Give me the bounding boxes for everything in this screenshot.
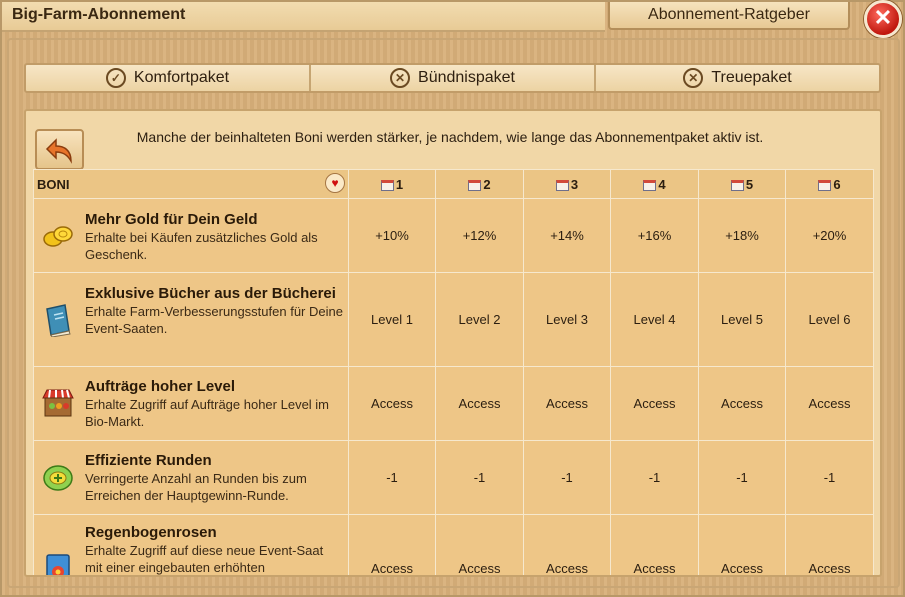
- bonus-value: -1: [435, 440, 524, 515]
- bonus-value: Access: [348, 514, 436, 575]
- heart-icon[interactable]: ♥: [325, 173, 345, 193]
- back-arrow-icon: [45, 137, 72, 164]
- bonus-value: Access: [435, 514, 524, 575]
- calendar-icon: [643, 179, 657, 191]
- bonus-description: Erhalte Farm-Verbesserungsstufen für Dei…: [85, 304, 343, 336]
- bonus-value: Access: [698, 366, 786, 441]
- table-row: Exklusive Bücher aus der Bücherei Erhalt…: [33, 272, 874, 367]
- bonus-value: Access: [785, 366, 874, 441]
- gold-coins-icon: [40, 218, 76, 254]
- bonus-description: Erhalte Zugriff auf Aufträge hoher Level…: [85, 397, 330, 429]
- bonus-description: Erhalte bei Käufen zusätzliches Gold als…: [85, 230, 318, 262]
- bonus-value: Access: [698, 514, 786, 575]
- bonus-cell: Mehr Gold für Dein Geld Erhalte bei Käuf…: [33, 198, 349, 273]
- bonus-value: -1: [785, 440, 874, 515]
- subscription-window: Big-Farm-Abonnement Abonnement-Ratgeber …: [0, 0, 905, 597]
- bonus-value: +18%: [698, 198, 786, 273]
- boni-column-header: BONI ♥: [33, 169, 349, 199]
- window-title: Big-Farm-Abonnement: [12, 6, 186, 23]
- tab-buendnispaket[interactable]: ✕ Bündnispaket: [309, 65, 594, 91]
- bonus-title: Effiziente Runden: [85, 452, 212, 469]
- bonus-value: -1: [523, 440, 611, 515]
- bonus-value: +14%: [523, 198, 611, 273]
- tab-label: Treuepaket: [711, 69, 792, 86]
- period-header: 5: [698, 169, 786, 199]
- subscription-advisor-button[interactable]: Abonnement-Ratgeber: [608, 2, 850, 30]
- calendar-icon: [380, 179, 394, 191]
- close-button[interactable]: ✕: [864, 0, 902, 38]
- calendar-icon: [555, 179, 569, 191]
- table-header-row: BONI ♥ 1 2 3 4 5 6: [33, 169, 874, 199]
- table-row: Regenbogenrosen Erhalte Zugriff auf dies…: [33, 514, 874, 575]
- bonus-cell: Regenbogenrosen Erhalte Zugriff auf dies…: [33, 514, 349, 575]
- bonus-description: Erhalte Zugriff auf diese neue Event-Saa…: [85, 543, 324, 575]
- period-number: 1: [395, 176, 404, 192]
- calendar-icon: [468, 179, 482, 191]
- table-row: Mehr Gold für Dein Geld Erhalte bei Käuf…: [33, 198, 874, 273]
- bonus-title: Exklusive Bücher aus der Bücherei: [85, 285, 336, 302]
- package-tabs: ✓ Komfortpaket ✕ Bündnispaket ✕ Treuepak…: [24, 63, 881, 93]
- calendar-icon: [818, 179, 832, 191]
- period-number: 2: [483, 176, 491, 192]
- x-circle-icon: ✕: [683, 68, 704, 88]
- period-header: 6: [785, 169, 874, 199]
- back-button[interactable]: [35, 129, 84, 170]
- bonus-value: Access: [610, 366, 699, 441]
- table-row: Aufträge hoher Level Erhalte Zugriff auf…: [33, 366, 874, 441]
- check-circle-icon: ✓: [105, 68, 126, 88]
- period-number: 6: [833, 176, 841, 192]
- bonus-value: Level 3: [523, 272, 611, 367]
- bonus-title: Mehr Gold für Dein Geld: [85, 211, 258, 228]
- title-bar: Big-Farm-Abonnement: [2, 2, 605, 32]
- close-icon: ✕: [873, 5, 893, 30]
- market-stall-icon: [40, 386, 76, 422]
- bonus-cell: Exklusive Bücher aus der Bücherei Erhalt…: [33, 272, 349, 367]
- boni-label: BONI: [37, 176, 70, 192]
- tab-label: Komfortpaket: [133, 69, 230, 86]
- tab-treuepaket[interactable]: ✕ Treuepaket: [594, 65, 879, 91]
- bonus-value: -1: [348, 440, 436, 515]
- tab-komfortpaket[interactable]: ✓ Komfortpaket: [26, 65, 309, 91]
- bonus-value: Level 1: [348, 272, 436, 367]
- bonus-value: +10%: [348, 198, 436, 273]
- bonus-value: +16%: [610, 198, 699, 273]
- bonus-value: Level 6: [785, 272, 874, 367]
- period-number: 5: [745, 176, 754, 192]
- period-header: 1: [348, 169, 436, 199]
- bonus-value: Access: [348, 366, 436, 441]
- bonus-table: BONI ♥ 1 2 3 4 5 6 Mehr Gold für Dein Ge…: [33, 169, 874, 575]
- bonus-value: Access: [523, 366, 611, 441]
- period-number: 4: [658, 176, 666, 192]
- bonus-cell: Effiziente Runden Verringerte Anzahl an …: [33, 440, 349, 515]
- period-header: 4: [610, 169, 699, 199]
- period-number: 3: [570, 176, 579, 192]
- bonus-title: Aufträge hoher Level: [85, 378, 236, 395]
- bonus-description: Verringerte Anzahl an Runden bis zum Err…: [85, 471, 307, 503]
- bonus-title: Regenbogenrosen: [85, 524, 217, 541]
- x-circle-icon: ✕: [390, 68, 411, 88]
- bonus-value: +20%: [785, 198, 874, 273]
- period-header: 2: [435, 169, 524, 199]
- seed-packet-icon: [40, 551, 76, 575]
- bonus-value: Access: [785, 514, 874, 575]
- book-icon: [40, 302, 76, 338]
- bonus-value: -1: [610, 440, 699, 515]
- tab-label: Bündnispaket: [418, 69, 515, 86]
- bonus-value: -1: [698, 440, 786, 515]
- bonus-value: Level 4: [610, 272, 699, 367]
- green-badge-icon: [40, 460, 76, 496]
- bonus-panel: Manche der beinhalteten Boni werden stär…: [24, 109, 882, 577]
- bonus-value: +12%: [435, 198, 524, 273]
- calendar-icon: [730, 179, 744, 191]
- bonus-value: Level 5: [698, 272, 786, 367]
- bonus-value: Access: [610, 514, 699, 575]
- bonus-value: Access: [435, 366, 524, 441]
- bonus-value: Level 2: [435, 272, 524, 367]
- info-text: Manche der beinhalteten Boni werden stär…: [136, 129, 764, 145]
- period-header: 3: [523, 169, 611, 199]
- bonus-value: Access: [523, 514, 611, 575]
- bonus-cell: Aufträge hoher Level Erhalte Zugriff auf…: [33, 366, 349, 441]
- table-row: Effiziente Runden Verringerte Anzahl an …: [33, 440, 874, 515]
